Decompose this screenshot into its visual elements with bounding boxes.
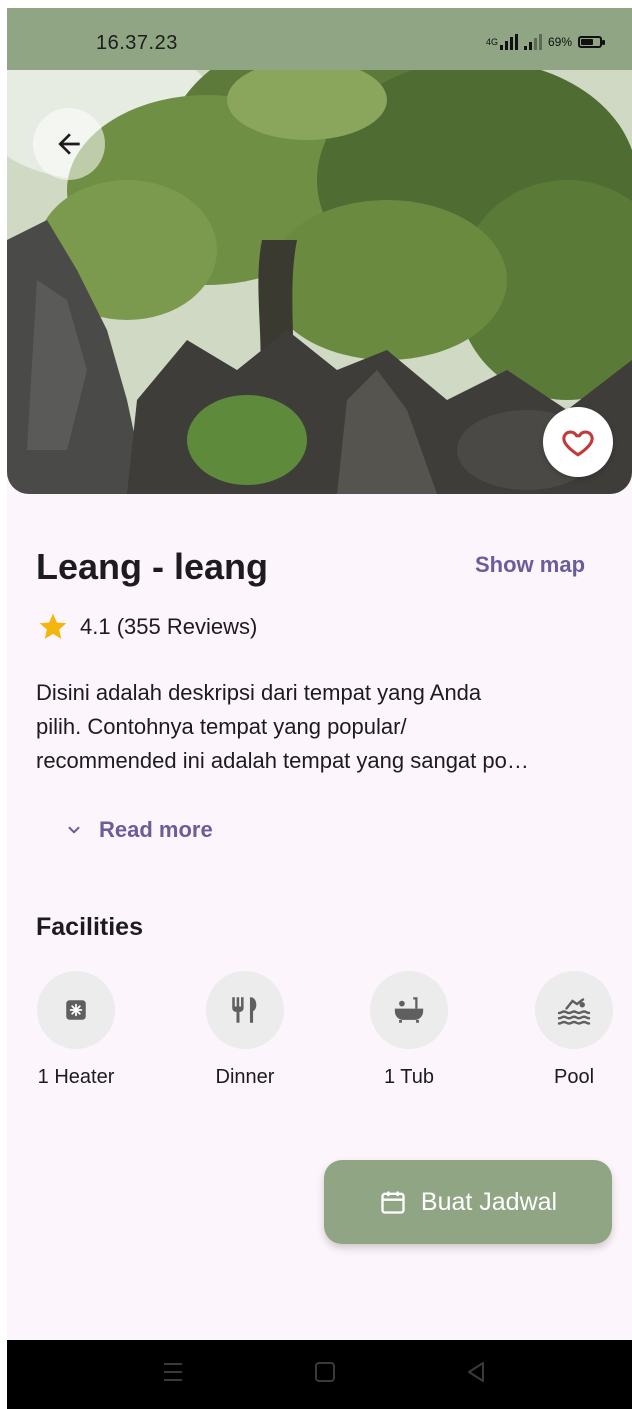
- facility-item-dinner: Dinner: [185, 971, 305, 1089]
- heart-outline-icon: [562, 430, 594, 457]
- read-more-label: Read more: [99, 817, 213, 842]
- facility-label: Pool: [553, 1066, 595, 1088]
- place-description: Disini adalah deskripsi dari tempat yang…: [36, 676, 596, 778]
- status-icons: 4G 69%: [485, 34, 605, 50]
- network-type: 4G: [485, 37, 498, 47]
- facility-icon-circle: [37, 971, 115, 1049]
- description-line: pilih. Contohnya tempat yang popular/: [36, 714, 407, 739]
- place-title: Leang - leang: [36, 546, 269, 587]
- chevron-down-icon: [68, 826, 80, 834]
- battery-icon: [578, 36, 605, 48]
- facility-label: Dinner: [215, 1066, 275, 1088]
- read-more-button[interactable]: Read more: [65, 817, 213, 843]
- description-line: recommended ini adalah tempat yang sanga…: [36, 748, 529, 773]
- menu-icon[interactable]: [162, 1360, 184, 1384]
- show-map-button[interactable]: Show map: [475, 552, 585, 578]
- calendar-icon: [381, 1191, 405, 1214]
- back-nav-icon[interactable]: [465, 1360, 487, 1384]
- arrow-back-icon: [58, 133, 80, 155]
- facility-icon-circle: [535, 971, 613, 1049]
- description-line: Disini adalah deskripsi dari tempat yang…: [36, 680, 482, 705]
- facility-icon-circle: [370, 971, 448, 1049]
- facility-label: 1 Heater: [37, 1066, 115, 1088]
- rating-text: 4.1 (355 Reviews): [80, 614, 258, 639]
- dinner-icon: [232, 997, 257, 1023]
- pool-icon: [557, 998, 591, 1025]
- facility-item-heater: 1 Heater: [16, 971, 136, 1089]
- signal-icon: [499, 34, 518, 50]
- hero-image: [7, 70, 632, 494]
- home-icon[interactable]: [313, 1360, 337, 1384]
- status-time: 16.37.23: [96, 32, 178, 54]
- signal-icon-2: [523, 34, 542, 50]
- status-bar: 16.37.23 4G 69%: [7, 8, 632, 70]
- app-screen: 16.37.23 4G 69% Leang - leang Show map 4…: [7, 8, 632, 1409]
- rating-row: 4.1 (355 Reviews): [36, 611, 257, 643]
- buat-jadwal-button[interactable]: Buat Jadwal: [324, 1160, 612, 1244]
- back-button[interactable]: [33, 108, 105, 180]
- bathtub-icon: [394, 997, 424, 1023]
- favorite-button[interactable]: [543, 407, 613, 477]
- system-navigation-bar: [7, 1340, 632, 1409]
- facility-label: 1 Tub: [383, 1066, 435, 1088]
- facility-icon-circle: [206, 971, 284, 1049]
- facilities-title: Facilities: [36, 913, 143, 941]
- heater-icon: [66, 1000, 86, 1020]
- battery-percent: 69%: [547, 35, 572, 49]
- facility-item-tub: 1 Tub: [349, 971, 469, 1089]
- star-icon: [39, 613, 67, 639]
- facility-item-pool: Pool: [514, 971, 632, 1089]
- buat-jadwal-label: Buat Jadwal: [420, 1187, 558, 1216]
